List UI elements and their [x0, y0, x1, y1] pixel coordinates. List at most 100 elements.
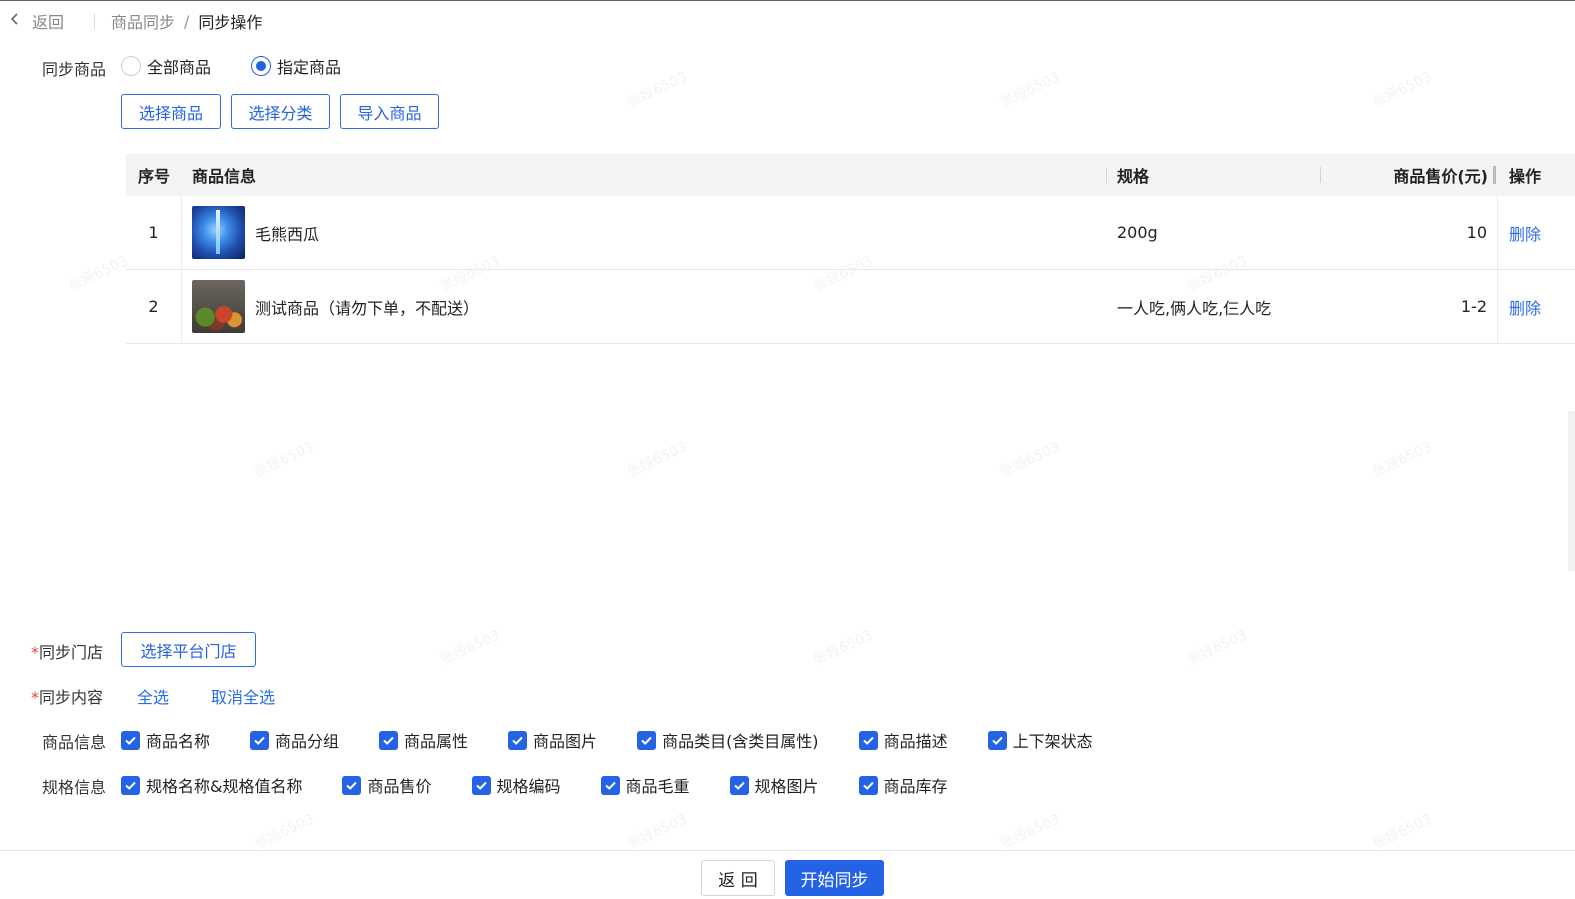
required-mark: *	[31, 643, 39, 662]
start-sync-button[interactable]: 开始同步	[785, 860, 884, 896]
checkbox-goods-name[interactable]: 商品名称	[121, 728, 210, 752]
watermark: 张娅6503	[811, 627, 876, 669]
header-info: 商品信息	[192, 167, 257, 186]
header-spec: 规格	[1117, 167, 1150, 186]
footer-divider	[0, 850, 1575, 851]
checkbox-goods-image[interactable]: 商品图片	[508, 728, 597, 752]
checkbox-sale-price[interactable]: 商品售价	[342, 773, 432, 797]
header-op: 操作	[1509, 167, 1542, 186]
select-goods-button[interactable]: 选择商品	[121, 94, 221, 129]
column-resize-handle[interactable]	[1493, 166, 1496, 184]
goods-table: 序号 商品信息 规格 商品售价(元) 操作 1 毛熊西瓜 200g 10 删除 …	[126, 154, 1575, 344]
checkbox-label: 商品类目(含类目属性)	[662, 732, 819, 751]
watermark: 张娅6503	[438, 627, 503, 669]
checkbox-checked-icon	[858, 730, 878, 750]
product-thumbnail	[192, 280, 245, 333]
table-row: 1 毛熊西瓜 200g 10 删除	[126, 196, 1575, 270]
header-price: 商品售价(元)	[1393, 167, 1488, 186]
checkbox-label: 商品售价	[367, 777, 432, 796]
checkbox-checked-icon	[379, 730, 399, 750]
delete-link[interactable]: 删除	[1509, 295, 1541, 319]
select-platform-store-button[interactable]: 选择平台门店	[121, 632, 256, 667]
checkbox-spec-image[interactable]: 规格图片	[729, 773, 819, 797]
watermark: 张娅6503	[625, 811, 690, 853]
checkbox-label: 规格编码	[496, 777, 561, 796]
checkbox-checked-icon	[600, 775, 620, 795]
back-label: 返回	[32, 13, 65, 32]
chevron-left-icon	[10, 12, 22, 30]
checkbox-stock[interactable]: 商品库存	[858, 773, 948, 797]
checkbox-checked-icon	[121, 730, 140, 750]
row-price: 1-2	[1320, 270, 1498, 343]
delete-link[interactable]: 删除	[1509, 221, 1541, 245]
row-index: 1	[126, 196, 182, 269]
scrollbar[interactable]	[1568, 411, 1575, 571]
checkbox-checked-icon	[471, 775, 491, 795]
row-info: 毛熊西瓜	[182, 196, 1106, 269]
radio-label: 指定商品	[277, 58, 342, 77]
back-button[interactable]: 返 回	[701, 860, 775, 896]
checkbox-checked-icon	[637, 730, 657, 750]
row-op: 删除	[1498, 196, 1575, 269]
checkbox-checked-icon	[729, 775, 749, 795]
watermark: 张娅6503	[66, 253, 131, 295]
row-spec: 一人吃,俩人吃,仨人吃	[1117, 298, 1272, 318]
checkbox-gross-weight[interactable]: 商品毛重	[600, 773, 690, 797]
checkbox-spec-code[interactable]: 规格编码	[471, 773, 561, 797]
radio-all-goods[interactable]: 全部商品	[121, 54, 211, 78]
checkbox-checked-icon	[508, 730, 528, 750]
checkbox-label: 规格图片	[754, 777, 819, 796]
checkbox-label: 商品毛重	[625, 777, 690, 796]
back-link[interactable]: 返回	[10, 9, 64, 33]
checkbox-label: 商品库存	[883, 777, 948, 796]
column-divider	[1320, 167, 1321, 183]
sync-store-label-text: 同步门店	[39, 643, 104, 662]
spec-info-label: 规格信息	[42, 778, 107, 797]
page: 张娅6503 张娅6503 张娅6503 张娅6503 张娅6503 张娅650…	[0, 0, 1575, 899]
watermark: 张娅6503	[998, 69, 1063, 111]
checkbox-goods-description[interactable]: 商品描述	[858, 728, 948, 752]
column-divider	[1106, 167, 1107, 183]
watermark: 张娅6503	[625, 439, 690, 481]
checkbox-goods-attribute[interactable]: 商品属性	[379, 728, 468, 752]
table-header: 序号 商品信息 规格 商品售价(元) 操作	[126, 154, 1575, 196]
goods-info-checkboxes: 商品名称 商品分组 商品属性 商品图片 商品类目(含类目属性) 商品描述 上下架…	[121, 728, 1093, 752]
watermark: 张娅6503	[998, 439, 1063, 481]
checkbox-goods-category[interactable]: 商品类目(含类目属性)	[637, 728, 819, 752]
sync-store-label: *同步门店	[31, 639, 103, 663]
sync-content-label-text: 同步内容	[39, 688, 104, 707]
checkbox-checked-icon	[342, 775, 362, 795]
checkbox-checked-icon	[250, 730, 270, 750]
checkbox-label: 上下架状态	[1012, 732, 1093, 751]
product-name: 毛熊西瓜	[255, 224, 320, 244]
radio-specified-goods[interactable]: 指定商品	[251, 54, 341, 78]
breadcrumb-parent[interactable]: 商品同步	[111, 9, 175, 33]
radio-circle-icon	[121, 56, 141, 76]
checkbox-label: 商品描述	[883, 732, 948, 751]
checkbox-label: 商品分组	[275, 732, 340, 751]
checkbox-spec-name[interactable]: 规格名称&规格值名称	[121, 773, 302, 797]
required-mark: *	[31, 688, 39, 707]
watermark: 张娅6503	[1185, 627, 1250, 669]
select-all-link[interactable]: 全选	[137, 684, 169, 708]
select-category-button[interactable]: 选择分类	[231, 94, 330, 129]
checkbox-checked-icon	[121, 775, 140, 795]
checkbox-goods-group[interactable]: 商品分组	[250, 728, 339, 752]
checkbox-checked-icon	[858, 775, 878, 795]
watermark: 张娅6503	[1370, 811, 1435, 853]
table-row: 2 测试商品（请勿下单，不配送） 一人吃,俩人吃,仨人吃 1-2 删除	[126, 270, 1575, 344]
sync-goods-label: 同步商品	[42, 60, 107, 79]
sync-content-label: *同步内容	[31, 684, 103, 708]
deselect-all-link[interactable]: 取消全选	[211, 684, 275, 708]
breadcrumb: 返回 商品同步 / 同步操作	[10, 9, 262, 33]
row-index: 2	[126, 270, 182, 343]
row-spec: 200g	[1117, 223, 1158, 242]
breadcrumb-separator: /	[184, 11, 190, 31]
breadcrumb-current: 同步操作	[198, 13, 263, 32]
goods-info-label: 商品信息	[42, 733, 107, 752]
spec-info-checkboxes: 规格名称&规格值名称 商品售价 规格编码 商品毛重 规格图片 商品库存	[121, 773, 948, 797]
radio-checked-icon	[251, 56, 272, 76]
checkbox-listing-status[interactable]: 上下架状态	[987, 728, 1093, 752]
sync-goods-radio-group: 全部商品 指定商品	[121, 54, 381, 78]
import-goods-button[interactable]: 导入商品	[340, 94, 439, 129]
